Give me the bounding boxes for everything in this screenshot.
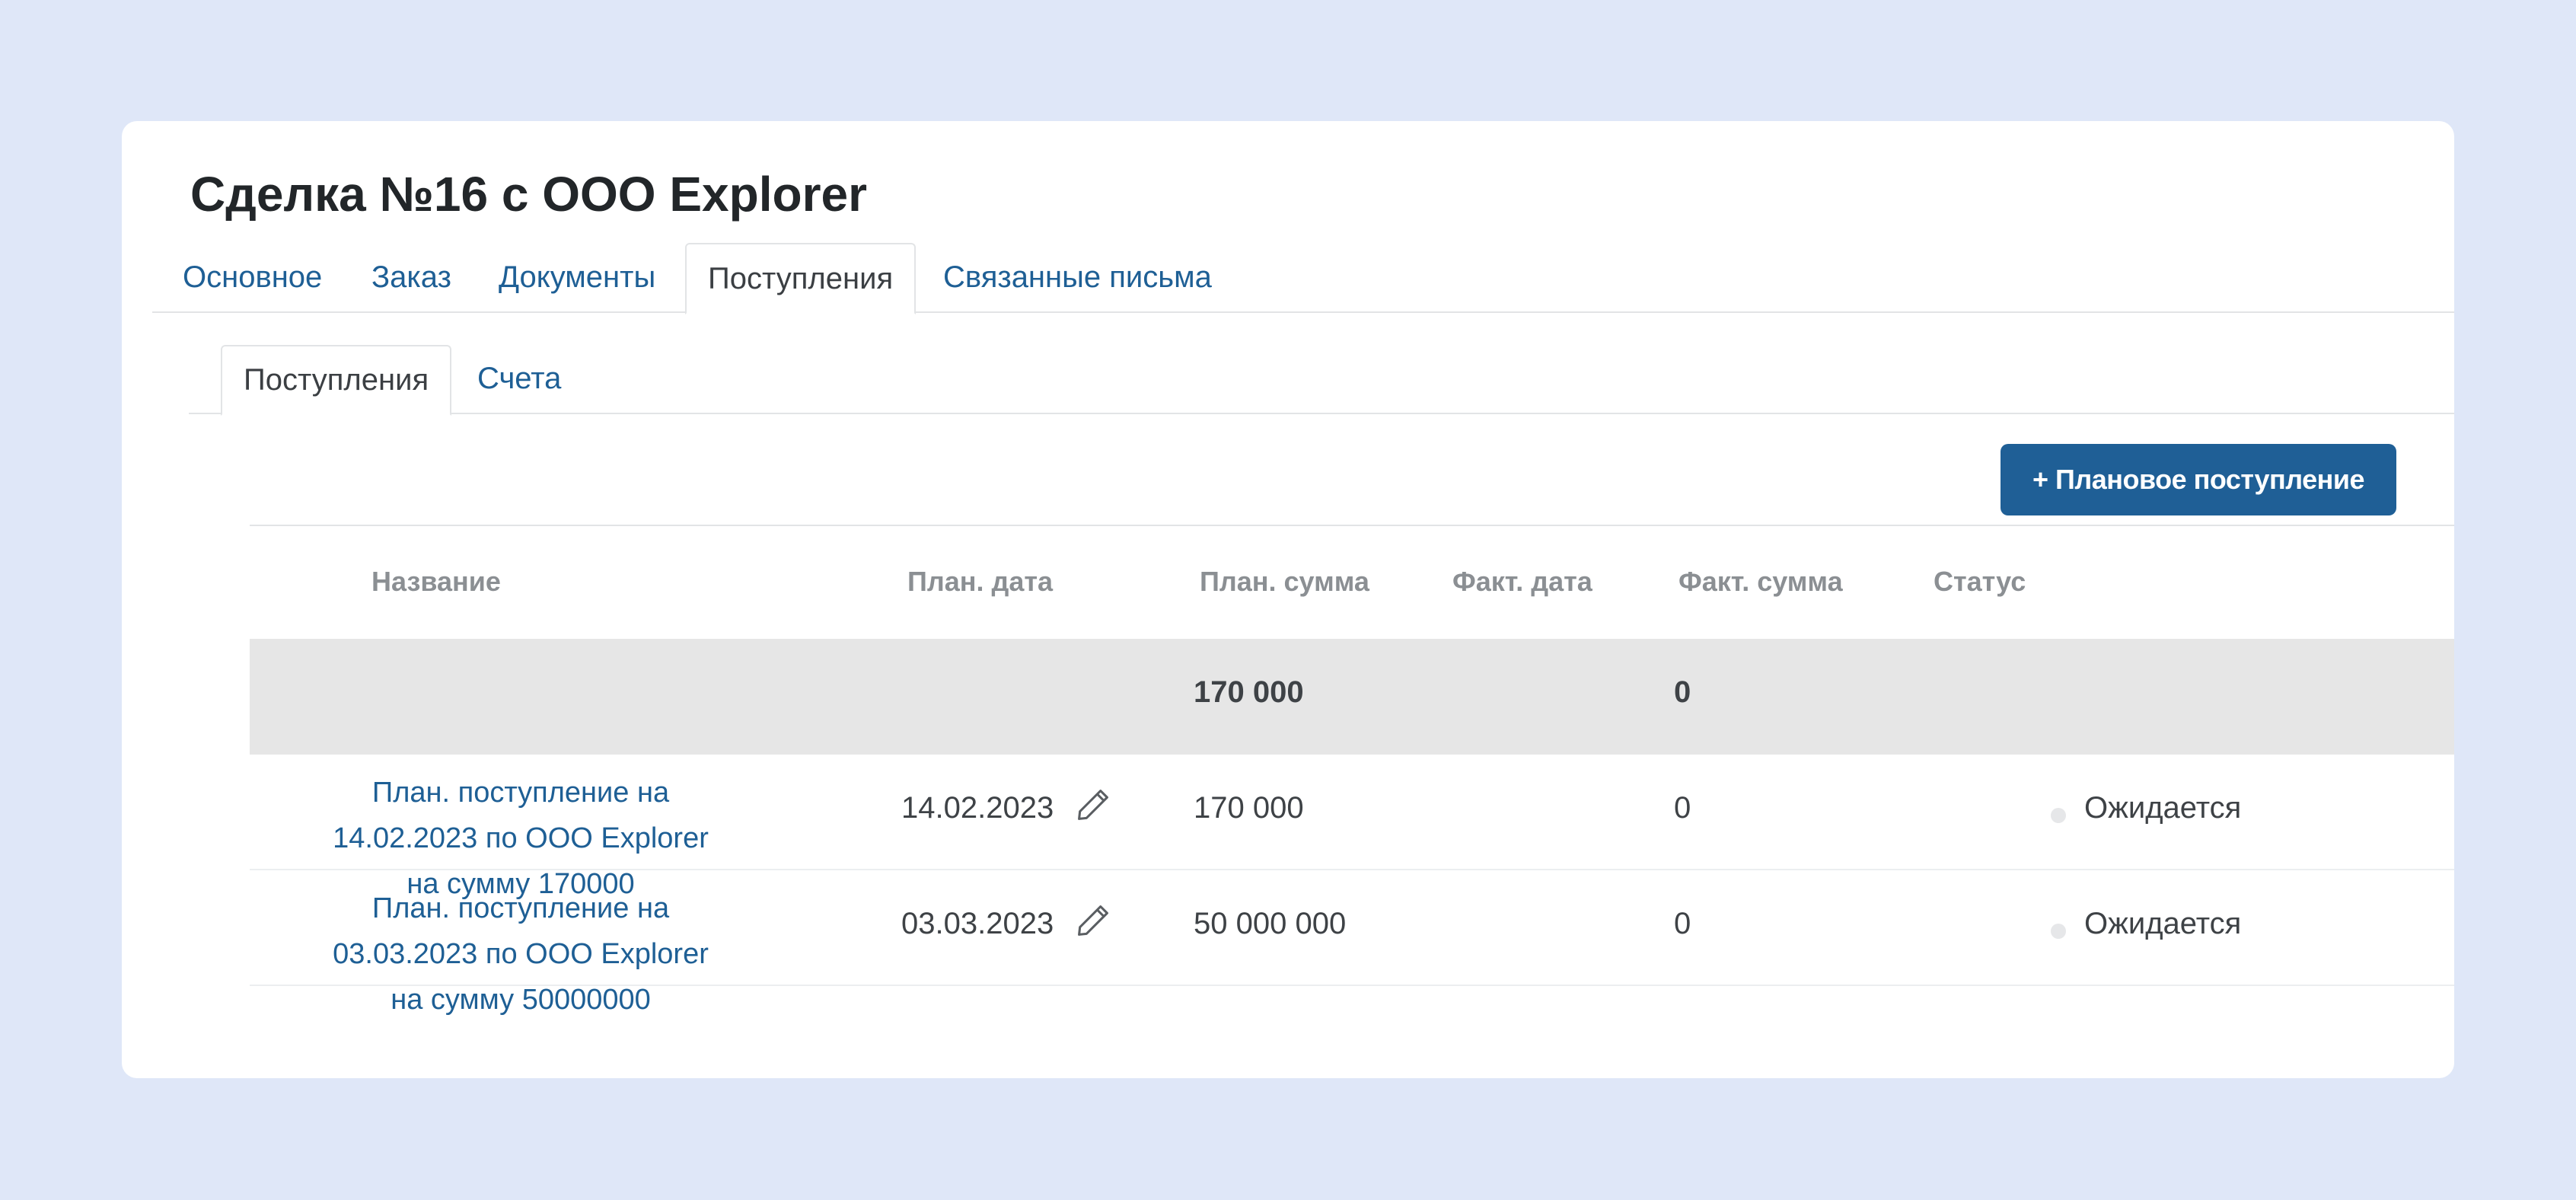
tab-documents[interactable]: Документы: [499, 243, 655, 311]
status-value: Ожидается: [2084, 791, 2242, 825]
column-header-fact-date[interactable]: Факт. дата: [1452, 566, 1592, 598]
subtab-invoices[interactable]: Счета: [477, 345, 561, 413]
plan-date-value: 14.02.2023: [901, 791, 1054, 825]
pencil-icon[interactable]: [1073, 785, 1113, 825]
status-dot-icon: [2051, 808, 2066, 823]
column-header-name[interactable]: Название: [371, 566, 501, 598]
summary-row: 170 000 0: [250, 639, 2454, 755]
deal-card: Сделка №16 с ООО Explorer Основное Заказ…: [122, 121, 2454, 1078]
table-header: Название План. дата План. сумма Факт. да…: [250, 525, 2454, 639]
column-header-fact-sum[interactable]: Факт. сумма: [1679, 566, 1843, 598]
receipts-table: Название План. дата План. сумма Факт. да…: [250, 525, 2454, 1016]
fact-sum-value: 0: [1674, 791, 1691, 825]
subtab-receipts[interactable]: Поступления: [221, 345, 452, 416]
table-row: План. поступление на 14.02.2023 по ООО E…: [250, 755, 2454, 900]
sub-tabs-divider: [189, 413, 2454, 414]
page-title: Сделка №16 с ООО Explorer: [190, 167, 867, 222]
summary-fact-sum: 0: [1674, 675, 1691, 709]
tab-main[interactable]: Основное: [183, 243, 322, 311]
status-value: Ожидается: [2084, 907, 2242, 940]
status-dot-icon: [2051, 924, 2066, 939]
summary-plan-sum: 170 000: [1194, 675, 1304, 709]
column-header-plan-date[interactable]: План. дата: [907, 566, 1053, 598]
main-tabs-divider: [152, 311, 2454, 313]
table-row: План. поступление на 03.03.2023 по ООО E…: [250, 870, 2454, 1016]
column-header-plan-sum[interactable]: План. сумма: [1200, 566, 1369, 598]
plan-sum-value: 170 000: [1194, 791, 1304, 825]
plan-sum-value: 50 000 000: [1194, 907, 1347, 940]
receipt-name-link[interactable]: План. поступление на 03.03.2023 по ООО E…: [323, 886, 719, 1023]
tab-related-emails[interactable]: Связанные письма: [943, 243, 1212, 311]
tab-receipts[interactable]: Поступления: [685, 243, 917, 314]
plan-date-value: 03.03.2023: [901, 907, 1054, 940]
fact-sum-value: 0: [1674, 907, 1691, 940]
add-planned-receipt-button[interactable]: + Плановое поступление: [2001, 444, 2396, 515]
pencil-icon[interactable]: [1073, 901, 1113, 940]
column-header-status[interactable]: Статус: [1934, 566, 2026, 598]
tab-order[interactable]: Заказ: [371, 243, 451, 311]
